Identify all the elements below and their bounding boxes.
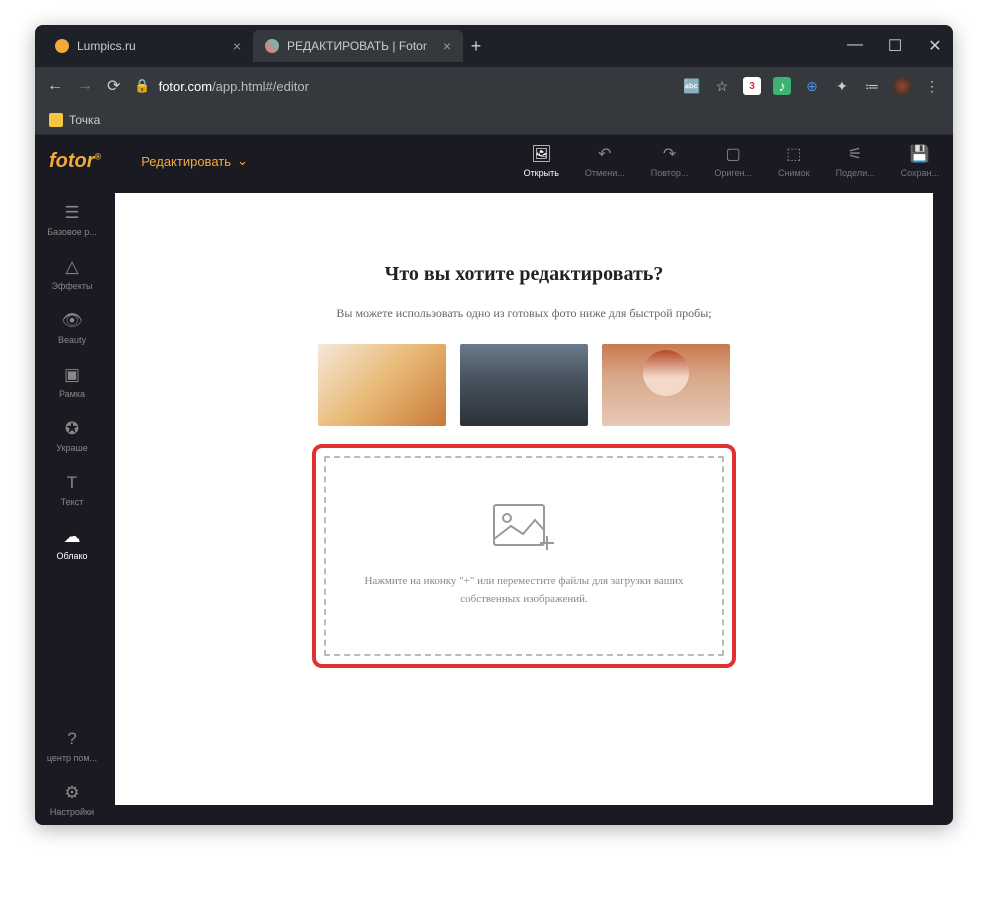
close-button[interactable]: ✕ (925, 36, 945, 56)
sidebar-text[interactable]: TТекст (35, 465, 109, 515)
reader-icon[interactable]: ≔ (863, 77, 881, 95)
url-path: /app.html#/editor (212, 79, 309, 94)
gear-icon: ⚙ (64, 783, 79, 803)
toolbar-redo[interactable]: ↷Повтор... (651, 144, 689, 178)
titlebar: Lumpics.ru × РЕДАКТИРОВАТЬ | Fotor × + —… (35, 25, 953, 67)
help-icon: ? (67, 729, 76, 749)
dropzone-highlight: Нажмите на иконку "+" или переместите фа… (312, 444, 736, 668)
url-host: fotor.com (159, 79, 212, 94)
frame-icon: ▣ (64, 365, 80, 385)
bookmark-label: Точка (69, 113, 100, 127)
text-icon: T (67, 473, 77, 493)
window-controls: — ☐ ✕ (845, 36, 945, 56)
canvas: Что вы хотите редактировать? Вы можете и… (115, 193, 933, 805)
sample-row (318, 344, 730, 426)
page-subtitle: Вы можете использовать одно из готовых ф… (336, 304, 711, 322)
picture-icon: ▢ (726, 144, 741, 164)
chevron-down-icon: ⌄ (237, 153, 248, 169)
tab-title: РЕДАКТИРОВАТЬ | Fotor (287, 39, 427, 53)
ext-badge-icon[interactable]: 3 (743, 77, 761, 95)
menu-icon[interactable]: ⋮ (923, 77, 941, 95)
bookmarks-bar: Точка (35, 105, 953, 135)
logo[interactable]: fotor® (49, 150, 101, 173)
redo-icon: ↷ (663, 144, 676, 164)
save-icon: 💾 (910, 144, 930, 164)
toolbar-snapshot[interactable]: ⬚Снимок (778, 144, 810, 178)
image-plus-icon (493, 504, 555, 557)
forward-button[interactable]: → (77, 77, 93, 95)
star-icon[interactable]: ☆ (713, 77, 731, 95)
app-header: fotor® Редактировать ⌄ 🖼Открыть ↶Отмени.… (35, 135, 953, 187)
image-icon: 🖼 (531, 144, 551, 164)
eye-icon: 👁 (61, 311, 83, 331)
new-tab-button[interactable]: + (463, 33, 489, 59)
upload-dropzone[interactable]: Нажмите на иконку "+" или переместите фа… (324, 456, 724, 656)
avatar-icon[interactable] (893, 77, 911, 95)
edit-label: Редактировать (141, 154, 231, 169)
share-icon: ⚟ (848, 144, 862, 164)
translate-icon[interactable]: 🔤 (683, 77, 701, 95)
sidebar-effects[interactable]: △Эффекты (35, 249, 109, 299)
lock-icon: 🔒 (134, 78, 150, 94)
url-field[interactable]: 🔒 fotor.com/app.html#/editor (134, 78, 669, 94)
address-bar: ← → ⟳ 🔒 fotor.com/app.html#/editor 🔤 ☆ 3… (35, 67, 953, 105)
edit-dropdown[interactable]: Редактировать ⌄ (141, 153, 248, 169)
cloud-icon: ☁ (64, 527, 81, 547)
sample-image-3[interactable] (602, 344, 730, 426)
app-body: ☰Базовое р... △Эффекты 👁Beauty ▣Рамка ✪У… (35, 135, 953, 825)
tab-title: Lumpics.ru (77, 39, 136, 53)
favicon-icon (265, 39, 279, 53)
camera-icon: ⬚ (786, 144, 801, 164)
toolbar-open[interactable]: 🖼Открыть (524, 144, 559, 178)
browser-window: Lumpics.ru × РЕДАКТИРОВАТЬ | Fotor × + —… (35, 25, 953, 825)
toolbar: 🖼Открыть ↶Отмени... ↷Повтор... ▢Ориген..… (524, 144, 939, 178)
sidebar: ☰Базовое р... △Эффекты 👁Beauty ▣Рамка ✪У… (35, 135, 109, 825)
sample-image-1[interactable] (318, 344, 446, 426)
sample-image-2[interactable] (460, 344, 588, 426)
minimize-button[interactable]: — (845, 36, 865, 56)
sidebar-settings[interactable]: ⚙Настройки (35, 775, 109, 825)
sliders-icon: ☰ (64, 203, 79, 223)
tab-fotor[interactable]: РЕДАКТИРОВАТЬ | Fotor × (253, 30, 463, 62)
maximize-button[interactable]: ☐ (885, 36, 905, 56)
toolbar-undo[interactable]: ↶Отмени... (585, 144, 625, 178)
tab-lumpics[interactable]: Lumpics.ru × (43, 30, 253, 62)
folder-icon (49, 113, 63, 127)
extensions: 🔤 ☆ 3 ♪ ⊕ ✦ ≔ ⋮ (683, 77, 941, 95)
effects-icon: △ (65, 257, 78, 277)
reload-button[interactable]: ⟳ (107, 76, 120, 96)
sidebar-help[interactable]: ?центр пом... (35, 721, 109, 771)
sidebar-cloud[interactable]: ☁Облако (35, 519, 109, 569)
ext-globe-icon[interactable]: ⊕ (803, 77, 821, 95)
sidebar-beauty[interactable]: 👁Beauty (35, 303, 109, 353)
bookmark-item[interactable]: Точка (49, 113, 100, 127)
undo-icon: ↶ (598, 144, 611, 164)
favicon-icon (55, 39, 69, 53)
toolbar-save[interactable]: 💾Сохран... (901, 144, 939, 178)
sidebar-frame[interactable]: ▣Рамка (35, 357, 109, 407)
close-icon[interactable]: × (443, 38, 451, 54)
sidebar-basic[interactable]: ☰Базовое р... (35, 195, 109, 245)
dropzone-text: Нажмите на иконку "+" или переместите фа… (354, 573, 694, 608)
close-icon[interactable]: × (233, 38, 241, 54)
toolbar-original[interactable]: ▢Ориген... (714, 144, 752, 178)
ext-green-icon[interactable]: ♪ (773, 77, 791, 95)
page-title: Что вы хотите редактировать? (385, 263, 664, 286)
star-icon: ✪ (65, 419, 79, 439)
puzzle-icon[interactable]: ✦ (833, 77, 851, 95)
toolbar-share[interactable]: ⚟Подели... (836, 144, 875, 178)
sidebar-decorate[interactable]: ✪Украше (35, 411, 109, 461)
back-button[interactable]: ← (47, 77, 63, 95)
